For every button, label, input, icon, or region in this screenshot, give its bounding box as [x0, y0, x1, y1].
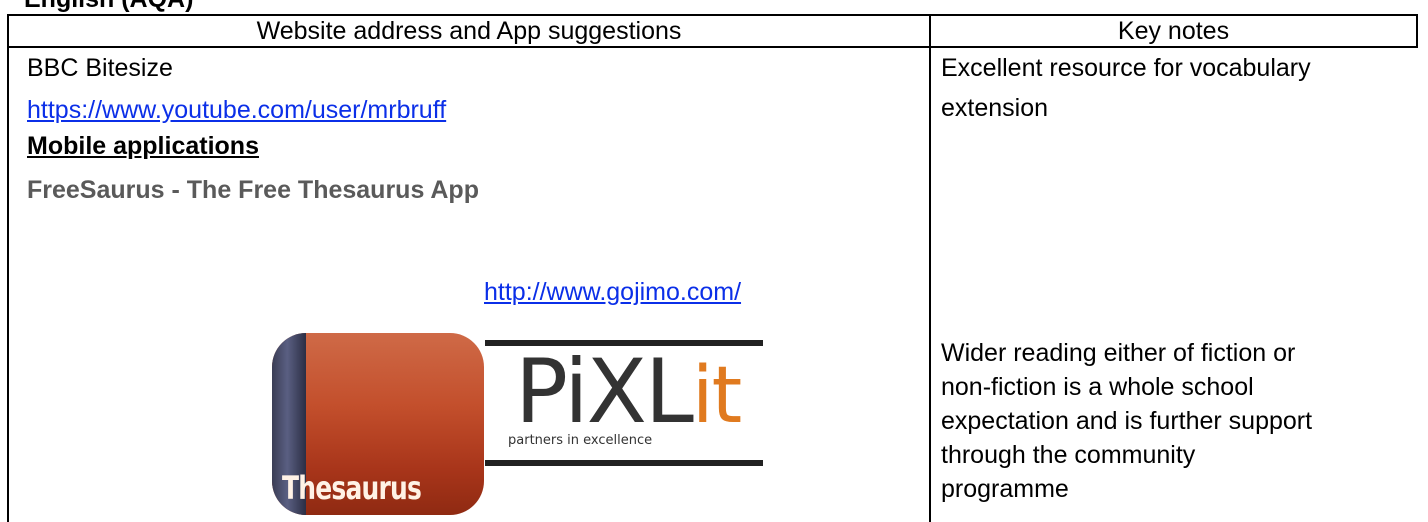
mobile-applications-subheading: Mobile applications — [27, 132, 259, 160]
pixlit-tagline: partners in excellence — [508, 433, 653, 448]
table-border-left — [7, 14, 9, 522]
note-vocabulary-line2: extension — [941, 94, 1049, 122]
pixlit-wordmark: PiXLit — [515, 340, 742, 443]
note-wider-reading-line2: non-fiction is a whole school — [941, 373, 1254, 401]
column-header-websites: Website address and App suggestions — [256, 17, 682, 45]
note-vocabulary-line1: Excellent resource for vocabulary — [941, 54, 1311, 82]
app-freesaurus: FreeSaurus - The Free Thesaurus App — [27, 176, 479, 204]
thesaurus-icon-label: Thesaurus — [282, 469, 422, 507]
table-column-divider — [929, 14, 931, 522]
pixlit-bottom-bar — [485, 460, 763, 466]
note-wider-reading-line4: through the community — [941, 441, 1196, 469]
resource-bbc-bitesize: BBC Bitesize — [27, 54, 173, 82]
pixlit-logo: PiXLit partners in excellence — [485, 340, 763, 466]
table-border-right — [1416, 14, 1418, 48]
note-wider-reading-line5: programme — [941, 475, 1069, 503]
note-wider-reading-line1: Wider reading either of fiction or — [941, 339, 1296, 367]
note-wider-reading-line3: expectation and is further support — [941, 407, 1313, 435]
table-header-divider — [7, 46, 1418, 48]
page-heading: English (AQA) — [24, 0, 193, 12]
link-gojimo[interactable]: http://www.gojimo.com/ — [484, 277, 741, 307]
column-header-key-notes: Key notes — [1117, 17, 1230, 45]
link-mrbruff-youtube[interactable]: https://www.youtube.com/user/mrbruff — [27, 95, 446, 125]
thesaurus-app-icon: Thesaurus — [272, 333, 484, 515]
